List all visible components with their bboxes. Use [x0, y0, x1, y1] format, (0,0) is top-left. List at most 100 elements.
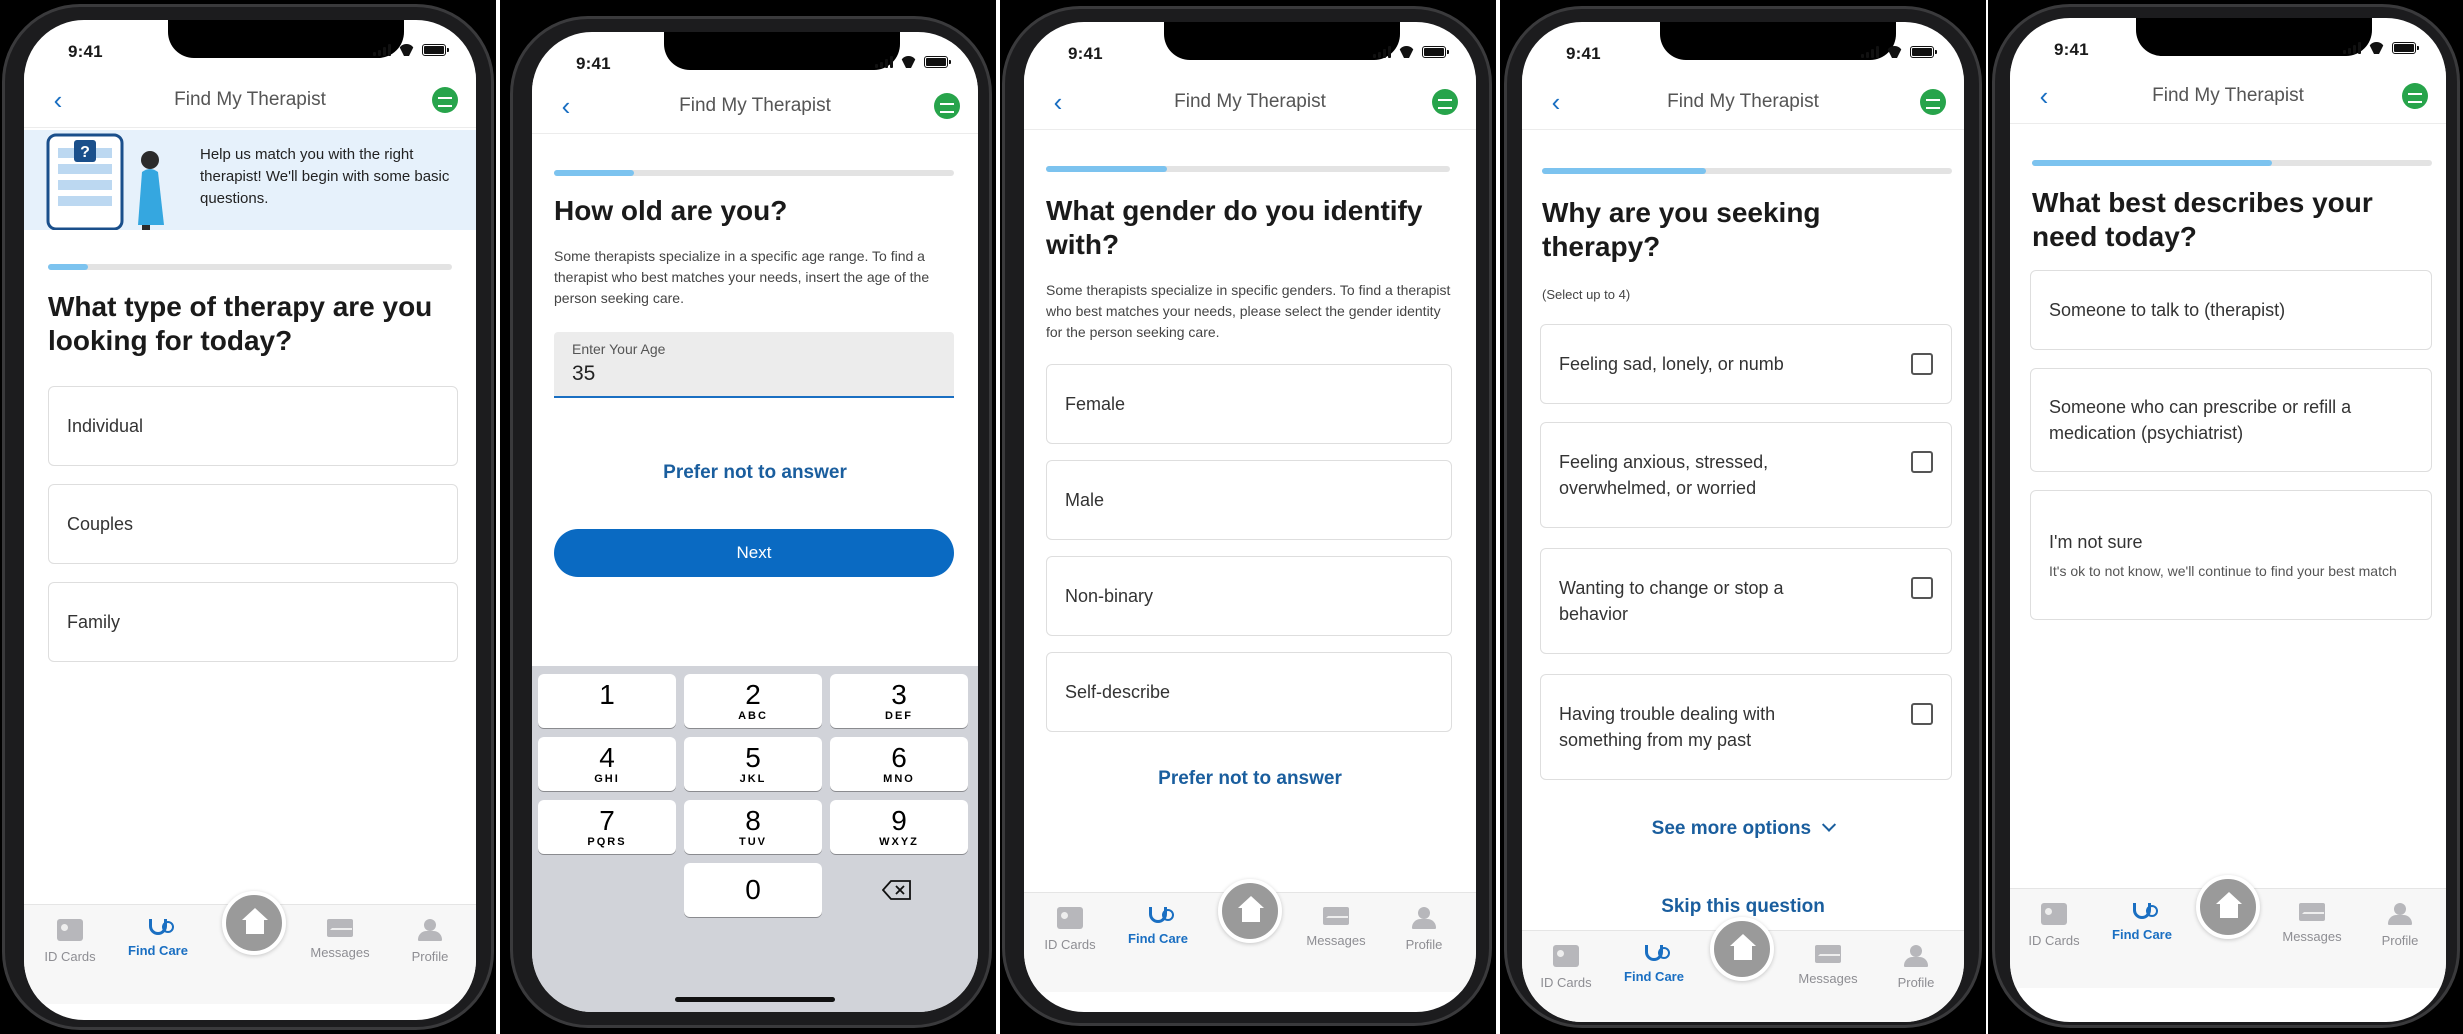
- tab-messages[interactable]: Messages: [2272, 903, 2352, 944]
- tab-messages[interactable]: Messages: [1296, 907, 1376, 948]
- status-icons: [2343, 42, 2419, 54]
- back-chevron-icon[interactable]: ‹: [1044, 87, 1072, 117]
- next-button[interactable]: Next: [554, 529, 954, 577]
- chat-icon[interactable]: [2402, 83, 2428, 109]
- home-button[interactable]: [1218, 879, 1282, 943]
- option-couples[interactable]: Couples: [48, 484, 458, 564]
- nav-title: Find My Therapist: [1174, 90, 1326, 112]
- option-trouble-past[interactable]: Having trouble dealing with something fr…: [1540, 674, 1952, 780]
- back-chevron-icon[interactable]: ‹: [552, 91, 580, 121]
- chat-icon[interactable]: [1920, 89, 1946, 115]
- backspace-icon[interactable]: [881, 880, 912, 900]
- progress-fill: [1542, 168, 1706, 174]
- option-change-behavior[interactable]: Wanting to change or stop a behavior: [1540, 548, 1952, 654]
- id-card-icon: [1553, 945, 1579, 967]
- mail-icon: [327, 919, 353, 937]
- option-male[interactable]: Male: [1046, 460, 1452, 540]
- key-9[interactable]: 9 WXYZ: [830, 800, 968, 854]
- tab-find-care[interactable]: Find Care: [1614, 945, 1694, 984]
- tab-profile[interactable]: Profile: [1384, 907, 1464, 952]
- chat-icon[interactable]: [432, 87, 458, 113]
- back-chevron-icon[interactable]: ‹: [44, 85, 72, 115]
- home-button[interactable]: [2196, 875, 2260, 939]
- mail-icon: [2299, 903, 2325, 921]
- tab-profile[interactable]: Profile: [390, 919, 470, 964]
- prefer-not-to-answer-link[interactable]: Prefer not to answer: [1024, 768, 1476, 790]
- option-psychiatrist[interactable]: Someone who can prescribe or refill a me…: [2030, 368, 2432, 472]
- battery-icon: [924, 56, 951, 68]
- wifi-icon: [2368, 42, 2385, 54]
- checkbox[interactable]: [1911, 353, 1933, 375]
- progress-bar: [1542, 168, 1952, 174]
- signal-icon: [1861, 46, 1879, 58]
- see-more-label: See more options: [1651, 818, 1812, 839]
- tab-label: Profile: [1405, 937, 1443, 952]
- age-input[interactable]: Enter Your Age 35: [554, 332, 954, 398]
- tab-find-care[interactable]: Find Care: [2102, 903, 2182, 942]
- tab-find-care[interactable]: Find Care: [1118, 907, 1198, 946]
- option-not-sure[interactable]: I'm not sure It's ok to not know, we'll …: [2030, 490, 2432, 620]
- back-chevron-icon[interactable]: ‹: [1542, 87, 1570, 117]
- option-sad-lonely-numb[interactable]: Feeling sad, lonely, or numb: [1540, 324, 1952, 404]
- signal-icon: [1373, 46, 1391, 58]
- nav-bar: ‹ Find My Therapist: [1024, 74, 1476, 130]
- key-2[interactable]: 2 ABC: [684, 674, 822, 728]
- tab-id-cards[interactable]: ID Cards: [1030, 907, 1110, 952]
- option-non-binary[interactable]: Non-binary: [1046, 556, 1452, 636]
- panel-gender: 9:41 ‹ Find My Therapist What gender do …: [1000, 0, 1496, 1034]
- home-button[interactable]: [1710, 917, 1774, 981]
- key-5[interactable]: 5 JKL: [684, 737, 822, 791]
- home-button[interactable]: [222, 891, 286, 955]
- question-hint: (Select up to 4): [1542, 287, 1631, 302]
- see-more-options-link[interactable]: See more options: [1522, 817, 1964, 840]
- tab-messages[interactable]: Messages: [300, 919, 380, 960]
- checkbox[interactable]: [1911, 451, 1933, 473]
- svg-text:?: ?: [80, 144, 90, 161]
- key-3[interactable]: 3 DEF: [830, 674, 968, 728]
- phone-screen: 9:41 ‹ Find My Therapist ? Help us match…: [24, 20, 476, 1020]
- panel-therapy-type: 9:41 ‹ Find My Therapist ? Help us match…: [0, 0, 496, 1034]
- option-family[interactable]: Family: [48, 582, 458, 662]
- option-self-describe[interactable]: Self-describe: [1046, 652, 1452, 732]
- question-heading: How old are you?: [554, 195, 788, 226]
- age-input-value: 35: [572, 362, 596, 385]
- chat-icon[interactable]: [1432, 89, 1458, 115]
- tab-label: Find Care: [2112, 927, 2172, 942]
- tab-messages[interactable]: Messages: [1788, 945, 1868, 986]
- key-4[interactable]: 4 GHI: [538, 737, 676, 791]
- tab-profile[interactable]: Profile: [2360, 903, 2440, 948]
- phone-screen: 9:41 ‹ Find My Therapist How old are you…: [532, 32, 978, 1012]
- status-bar: 9:41: [24, 20, 476, 80]
- tab-id-cards[interactable]: ID Cards: [30, 919, 110, 964]
- tab-id-cards[interactable]: ID Cards: [1526, 945, 1606, 990]
- tab-bar: ID Cards Find Care Messages Profile: [2010, 875, 2446, 988]
- tab-id-cards[interactable]: ID Cards: [2014, 903, 2094, 948]
- key-7[interactable]: 7 PQRS: [538, 800, 676, 854]
- chat-icon[interactable]: [934, 93, 960, 119]
- numeric-keypad: 1 2 ABC 3 DEF 4 GHI 5 JKL 6 MNO 7 PQRS 8 TUV 9W…: [532, 666, 978, 1012]
- key-1[interactable]: 1: [538, 674, 676, 728]
- tab-label: ID Cards: [2028, 933, 2080, 948]
- tab-label: Profile: [1897, 975, 1935, 990]
- stethoscope-icon: [149, 919, 174, 935]
- option-anxious-stressed[interactable]: Feeling anxious, stressed, overwhelmed, …: [1540, 422, 1952, 528]
- key-0[interactable]: 0: [684, 863, 822, 917]
- tab-profile[interactable]: Profile: [1876, 945, 1956, 990]
- tab-find-care[interactable]: Find Care: [118, 919, 198, 958]
- id-card-icon: [57, 919, 83, 941]
- tab-bar: ID Cards Find Care Messages Profile: [1024, 879, 1476, 992]
- wifi-icon: [398, 44, 415, 56]
- question-description: Some therapists specialize in specific g…: [1046, 282, 1451, 340]
- prefer-not-to-answer-link[interactable]: Prefer not to answer: [532, 462, 978, 484]
- checkbox[interactable]: [1911, 577, 1933, 599]
- key-6[interactable]: 6 MNO: [830, 737, 968, 791]
- option-female[interactable]: Female: [1046, 364, 1452, 444]
- skip-question-link[interactable]: Skip this question: [1522, 896, 1964, 918]
- tab-label: ID Cards: [1044, 937, 1096, 952]
- checkbox[interactable]: [1911, 703, 1933, 725]
- back-chevron-icon[interactable]: ‹: [2030, 81, 2058, 111]
- key-8[interactable]: 8 TUV: [684, 800, 822, 854]
- status-time: 9:41: [576, 54, 611, 73]
- option-therapist[interactable]: Someone to talk to (therapist): [2030, 270, 2432, 350]
- option-individual[interactable]: Individual: [48, 386, 458, 466]
